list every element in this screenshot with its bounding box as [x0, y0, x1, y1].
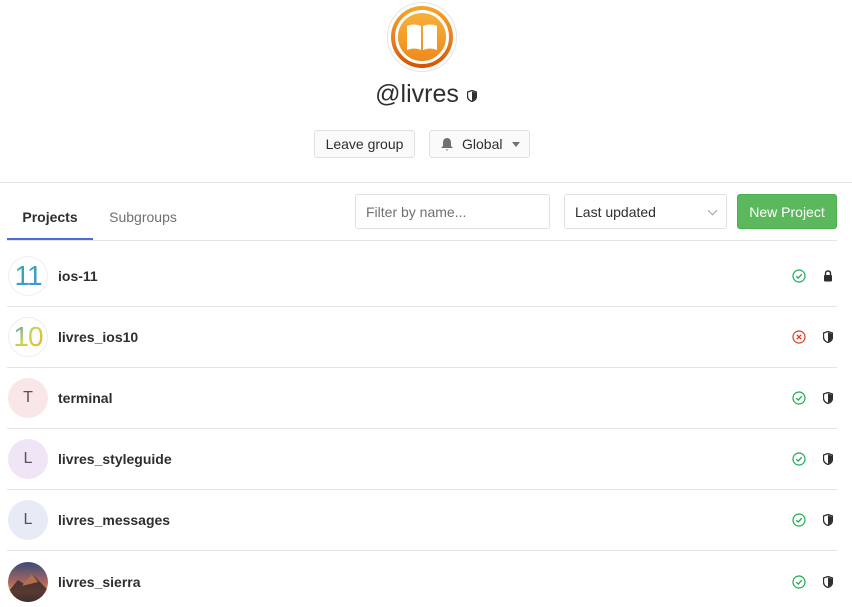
pipeline-success-icon[interactable] — [792, 269, 806, 283]
pipeline-success-icon[interactable] — [792, 452, 806, 466]
project-name[interactable]: livres_ios10 — [58, 329, 138, 345]
list-item[interactable]: L livres_messages — [7, 490, 837, 551]
group-title-row: @livres — [0, 76, 852, 112]
pipeline-success-icon[interactable] — [792, 391, 806, 405]
shield-icon — [823, 331, 833, 343]
tab-projects[interactable]: Projects — [7, 194, 93, 240]
header-divider — [0, 182, 852, 183]
project-avatar[interactable]: L — [8, 439, 48, 479]
book-icon — [407, 24, 437, 50]
project-name[interactable]: livres_messages — [58, 512, 170, 528]
lock-icon — [824, 270, 832, 282]
sort-dropdown[interactable]: Last updated — [564, 194, 727, 229]
pipeline-success-icon[interactable] — [792, 574, 806, 589]
leave-group-button[interactable]: Leave group — [314, 130, 415, 158]
tab-subgroups[interactable]: Subgroups — [100, 194, 186, 240]
group-actions: Leave group Global — [0, 130, 852, 158]
project-list: 11 ios-11 10 livres_ios10 T terminal L l… — [7, 246, 837, 607]
bell-icon — [441, 137, 453, 150]
shield-icon — [823, 575, 833, 588]
group-avatar — [387, 2, 457, 72]
list-item[interactable]: livres_sierra — [7, 551, 837, 607]
group-handle: @livres — [375, 79, 459, 108]
list-item[interactable]: T terminal — [7, 368, 837, 429]
project-name[interactable]: livres_sierra — [58, 574, 141, 590]
list-item[interactable]: 10 livres_ios10 — [7, 307, 837, 368]
pipeline-failed-icon[interactable] — [792, 330, 806, 344]
filter-by-name-input[interactable] — [355, 194, 550, 229]
shield-icon — [466, 90, 477, 102]
list-item[interactable]: L livres_styleguide — [7, 429, 837, 490]
tabs-divider — [7, 240, 837, 241]
shield-icon — [823, 392, 833, 404]
shield-icon — [823, 453, 833, 465]
new-project-button[interactable]: New Project — [737, 194, 837, 229]
project-name[interactable]: livres_styleguide — [58, 451, 172, 467]
project-avatar[interactable]: T — [8, 378, 48, 418]
project-name[interactable]: terminal — [58, 390, 112, 406]
mountain-image — [8, 573, 48, 602]
caret-down-icon — [512, 141, 521, 147]
project-avatar[interactable]: 11 — [8, 256, 48, 296]
sort-selected-label: Last updated — [575, 203, 656, 220]
project-avatar[interactable]: 10 — [8, 317, 48, 357]
project-name[interactable]: ios-11 — [58, 268, 98, 284]
chevron-down-icon — [707, 205, 718, 216]
project-avatar[interactable]: L — [8, 500, 48, 540]
list-item[interactable]: 11 ios-11 — [7, 246, 837, 307]
project-avatar[interactable] — [8, 561, 48, 602]
pipeline-success-icon[interactable] — [792, 513, 806, 527]
notification-dropdown[interactable]: Global — [429, 130, 530, 158]
shield-icon — [823, 514, 833, 526]
notification-label: Global — [462, 136, 503, 152]
